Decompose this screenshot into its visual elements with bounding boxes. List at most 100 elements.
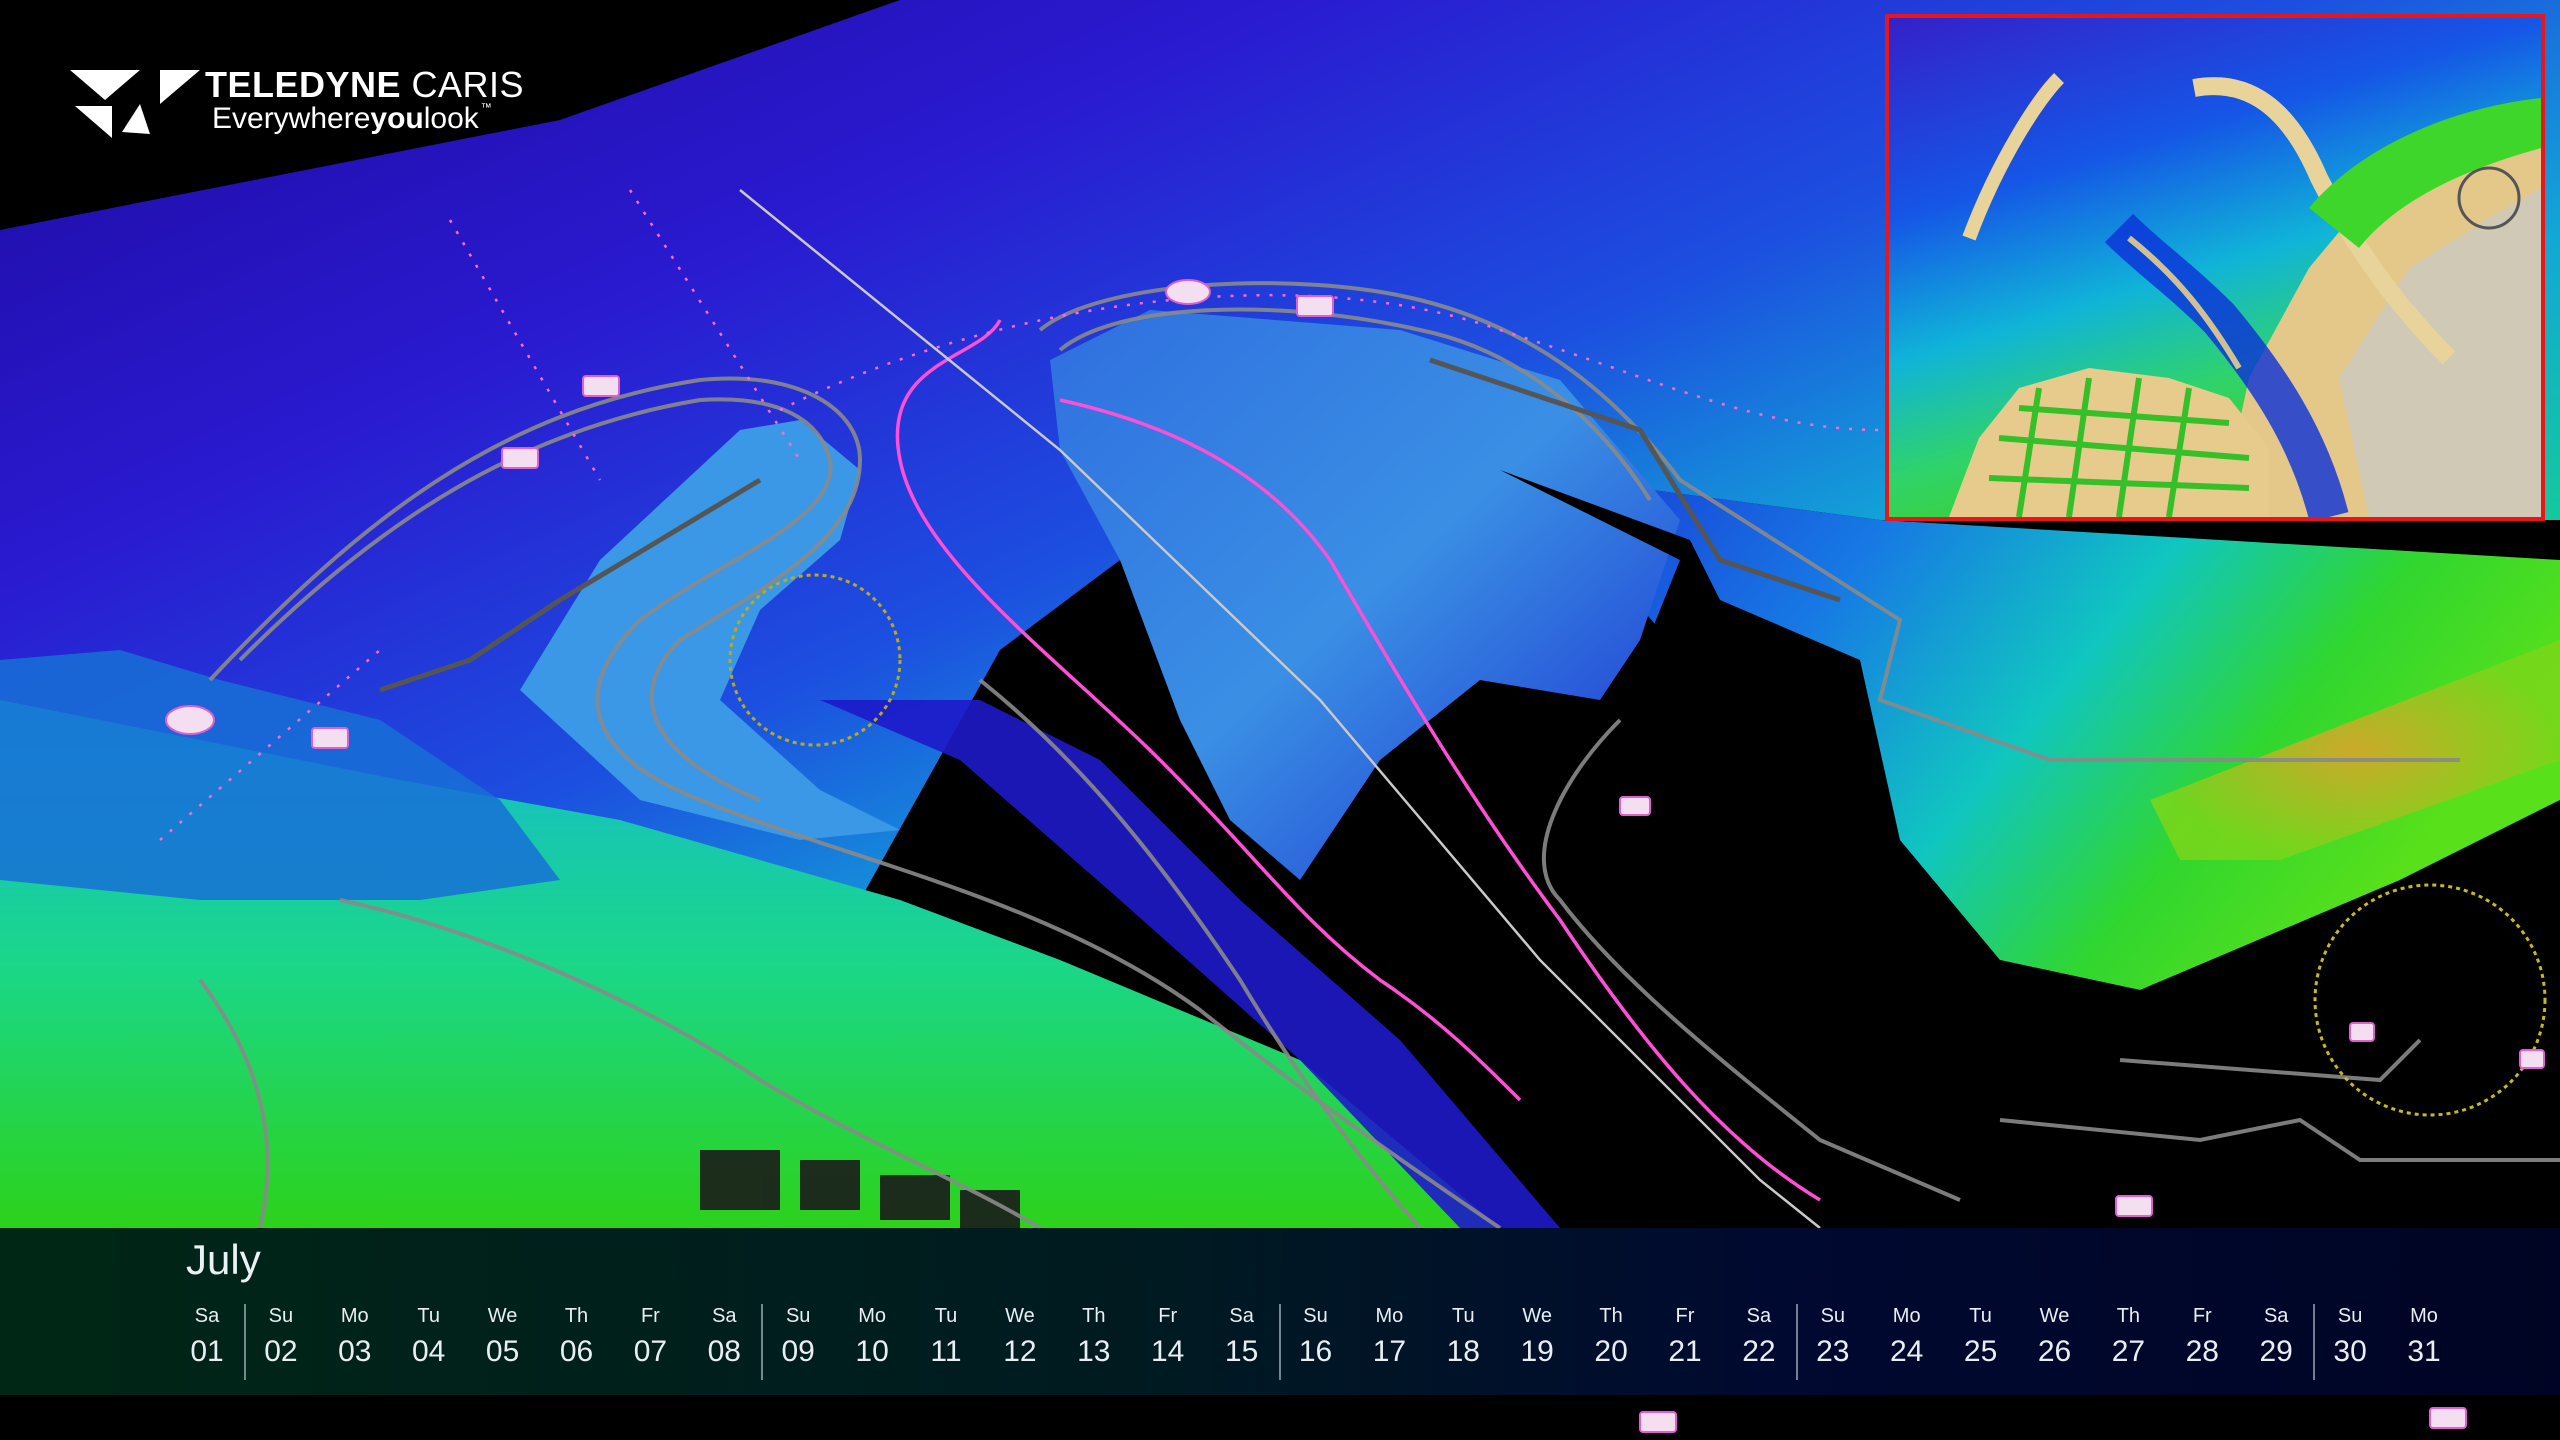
inset-map-graphic bbox=[1889, 18, 2541, 517]
week-separator bbox=[2313, 1304, 2315, 1380]
day-number: 20 bbox=[1594, 1335, 1628, 1368]
day-number: 03 bbox=[338, 1335, 372, 1368]
day-number: 02 bbox=[264, 1335, 298, 1368]
calendar-day[interactable]: Mo 17 bbox=[1352, 1304, 1426, 1372]
day-number: 14 bbox=[1151, 1335, 1185, 1368]
brand-name: TELEDYNE CARIS bbox=[205, 64, 524, 106]
day-of-week: Fr bbox=[640, 1305, 660, 1327]
teledyne-caris-logo: TELEDYNE CARIS Everywhereyoulook ™ bbox=[55, 62, 524, 142]
calendar-day[interactable]: Tu 18 bbox=[1426, 1304, 1500, 1372]
day-of-week: Fr bbox=[1675, 1305, 1695, 1327]
week-separator bbox=[244, 1304, 246, 1380]
day-number: 28 bbox=[2185, 1335, 2219, 1368]
calendar-day[interactable]: Fr 07 bbox=[613, 1304, 687, 1372]
day-of-week: Th bbox=[1599, 1305, 1623, 1327]
day-number: 18 bbox=[1446, 1335, 1480, 1368]
calendar-day[interactable]: Su 02 bbox=[244, 1304, 318, 1372]
day-of-week: Su bbox=[1303, 1305, 1328, 1327]
calendar-day[interactable]: Fr 28 bbox=[2165, 1304, 2239, 1372]
day-of-week: Fr bbox=[2192, 1305, 2212, 1327]
calendar-strip: July Sa 01 Su 02 Mo 03 Tu 04 We 05 Th 06 Fr 07 Sa 08 Su 0… bbox=[0, 1228, 2560, 1395]
calendar-day[interactable]: Sa 08 bbox=[687, 1304, 761, 1372]
day-number: 19 bbox=[1520, 1335, 1554, 1368]
calendar-day[interactable]: Mo 24 bbox=[1870, 1304, 1944, 1372]
trademark-symbol: ™ bbox=[480, 102, 492, 114]
day-number: 26 bbox=[2037, 1335, 2072, 1368]
inset-map bbox=[1885, 14, 2545, 521]
day-number: 09 bbox=[781, 1335, 815, 1368]
calendar-day[interactable]: Mo 03 bbox=[318, 1304, 392, 1372]
day-of-week: Mo bbox=[340, 1305, 369, 1327]
day-number: 21 bbox=[1668, 1335, 1702, 1368]
calendar-day[interactable]: Su 16 bbox=[1279, 1304, 1353, 1372]
calendar-day[interactable]: Su 23 bbox=[1796, 1304, 1870, 1372]
calendar-day[interactable]: Fr 14 bbox=[1131, 1304, 1205, 1372]
day-number: 08 bbox=[707, 1335, 741, 1368]
day-number: 31 bbox=[2407, 1335, 2441, 1368]
brand-name-light: CARIS bbox=[411, 64, 525, 105]
day-number: 30 bbox=[2333, 1335, 2367, 1368]
day-number: 17 bbox=[1372, 1335, 1407, 1368]
day-of-week: Th bbox=[564, 1305, 589, 1327]
day-number: 15 bbox=[1224, 1335, 1259, 1368]
day-of-week: Th bbox=[2116, 1305, 2141, 1327]
calendar-day[interactable]: Mo 31 bbox=[2387, 1304, 2461, 1372]
day-of-week: Tu bbox=[417, 1305, 440, 1327]
day-number: 06 bbox=[559, 1335, 594, 1368]
week-separator bbox=[1796, 1304, 1798, 1380]
day-number: 27 bbox=[2111, 1335, 2146, 1368]
day-number: 23 bbox=[1816, 1335, 1850, 1368]
day-number: 07 bbox=[633, 1335, 668, 1368]
month-title: July bbox=[186, 1236, 261, 1283]
day-number: 05 bbox=[485, 1335, 520, 1368]
day-of-week: Mo bbox=[1892, 1305, 1921, 1327]
calendar-day[interactable]: Sa 01 bbox=[170, 1304, 244, 1372]
calendar-day[interactable]: Su 30 bbox=[2313, 1304, 2387, 1372]
day-of-week: Sa bbox=[1229, 1305, 1254, 1327]
day-of-week: Tu bbox=[934, 1305, 958, 1327]
day-of-week: We bbox=[1005, 1305, 1035, 1327]
day-of-week: Su bbox=[268, 1305, 294, 1327]
day-number: 29 bbox=[2259, 1335, 2293, 1368]
day-of-week: Th bbox=[1082, 1305, 1106, 1327]
calendar-day[interactable]: Tu 11 bbox=[909, 1304, 983, 1372]
week-separator bbox=[761, 1304, 763, 1380]
day-of-week: Su bbox=[2337, 1305, 2363, 1327]
day-of-week: Su bbox=[785, 1305, 811, 1327]
calendar-day[interactable]: Su 09 bbox=[761, 1304, 835, 1372]
day-of-week: Mo bbox=[858, 1305, 886, 1327]
day-number: 10 bbox=[855, 1335, 889, 1368]
calendar-day[interactable]: We 26 bbox=[2018, 1304, 2092, 1372]
calendar-day[interactable]: Th 06 bbox=[540, 1304, 614, 1372]
day-number: 12 bbox=[1003, 1335, 1037, 1368]
calendar-day[interactable]: Tu 04 bbox=[392, 1304, 466, 1372]
day-of-week: Fr bbox=[1158, 1305, 1178, 1327]
calendar-day[interactable]: Th 27 bbox=[2091, 1304, 2165, 1372]
calendar-day[interactable]: Th 13 bbox=[1057, 1304, 1131, 1372]
day-of-week: We bbox=[1522, 1305, 1552, 1327]
calendar-day[interactable]: Th 20 bbox=[1574, 1304, 1648, 1372]
calendar-day[interactable]: Tu 25 bbox=[1944, 1304, 2018, 1372]
day-of-week: We bbox=[487, 1305, 518, 1327]
day-of-week: Sa bbox=[194, 1305, 220, 1327]
day-number: 22 bbox=[1742, 1335, 1776, 1368]
tagline-part-1: Everywhere bbox=[212, 102, 371, 135]
brand-tagline: Everywhereyoulook ™ bbox=[212, 102, 492, 136]
calendar-day[interactable]: Sa 22 bbox=[1722, 1304, 1796, 1372]
calendar-day[interactable]: We 19 bbox=[1500, 1304, 1574, 1372]
day-of-week: Mo bbox=[1375, 1305, 1404, 1327]
calendar-day[interactable]: Sa 29 bbox=[2239, 1304, 2313, 1372]
calendar-day[interactable]: Mo 10 bbox=[835, 1304, 909, 1372]
brand-name-bold: TELEDYNE bbox=[205, 64, 402, 105]
day-number: 24 bbox=[1890, 1335, 1924, 1368]
day-row: Sa 01 Su 02 Mo 03 Tu 04 We 05 Th 06 Fr 07 Sa 08 Su 09 Mo 10… bbox=[0, 1304, 2560, 1384]
calendar-day[interactable]: Sa 15 bbox=[1205, 1304, 1279, 1372]
day-number: 16 bbox=[1298, 1335, 1333, 1368]
calendar-day[interactable]: We 12 bbox=[983, 1304, 1057, 1372]
calendar-day[interactable]: We 05 bbox=[466, 1304, 540, 1372]
day-number: 13 bbox=[1077, 1335, 1111, 1368]
day-number: 25 bbox=[1963, 1335, 1998, 1368]
day-number: 01 bbox=[190, 1335, 224, 1368]
calendar-day[interactable]: Fr 21 bbox=[1648, 1304, 1722, 1372]
tagline-part-bold: you bbox=[370, 102, 424, 135]
